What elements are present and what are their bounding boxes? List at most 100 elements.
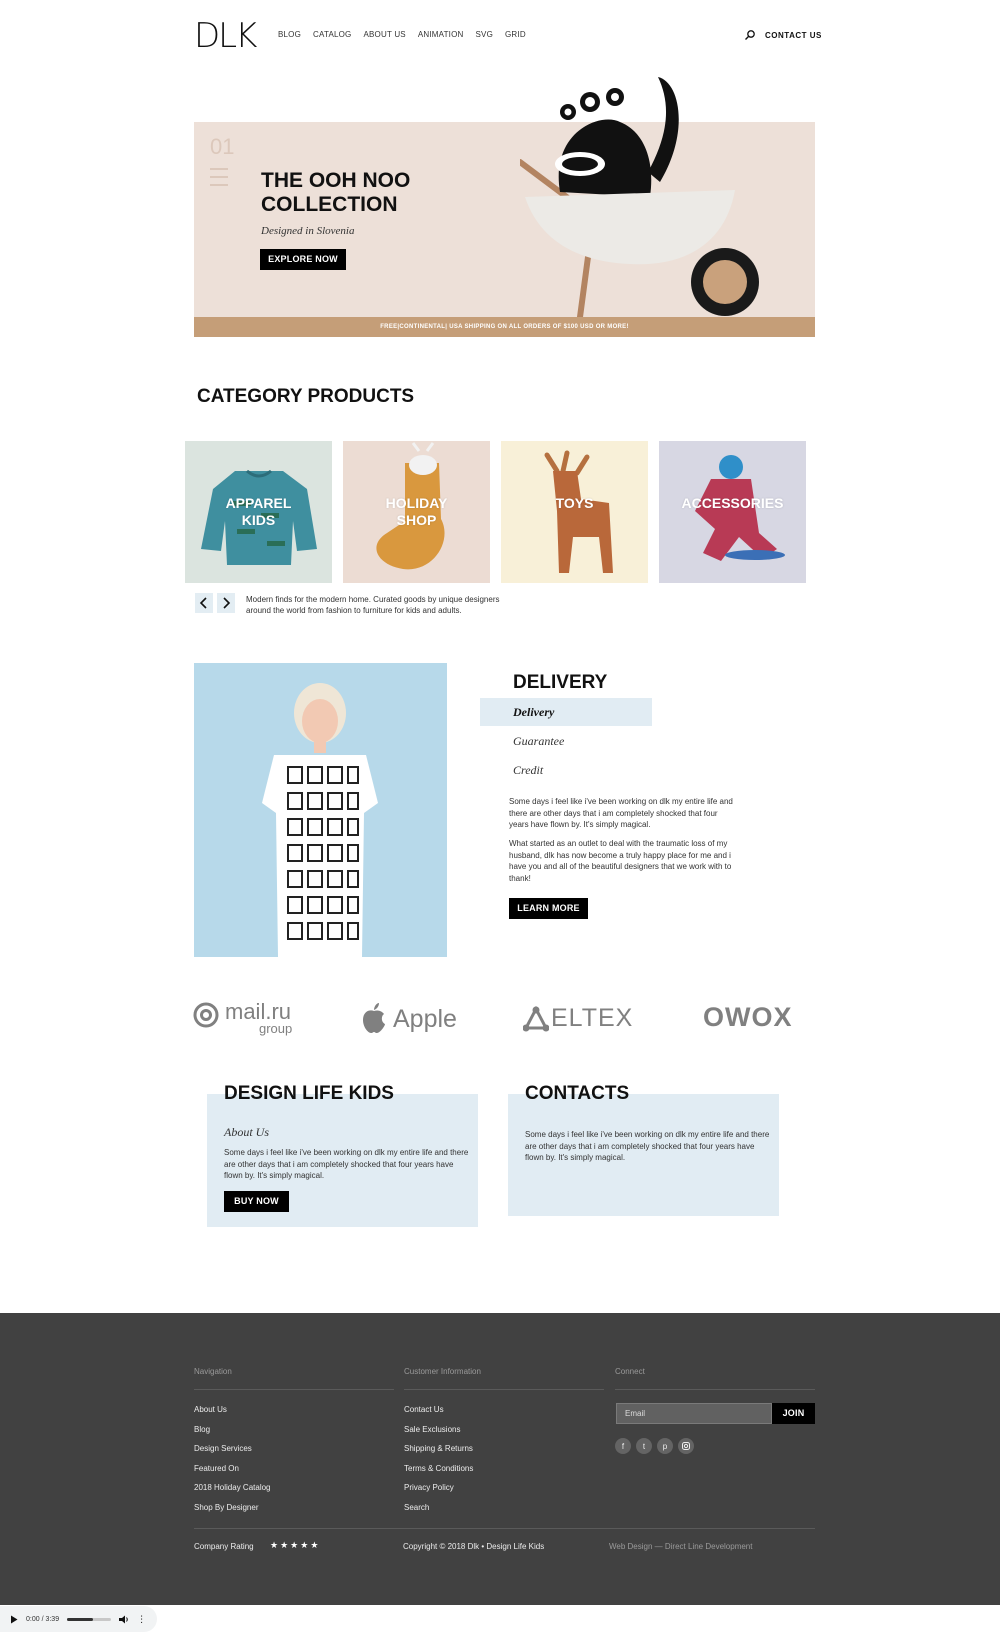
contact-us-link[interactable]: CONTACT US: [765, 31, 822, 40]
audio-time: 0:00 / 3:39: [26, 1615, 60, 1623]
category-products-title: CATEGORY PRODUCTS: [197, 386, 415, 407]
star-icon: ★: [310, 1540, 321, 1550]
join-button[interactable]: JOIN: [772, 1403, 815, 1424]
chevron-left-icon: [199, 597, 207, 609]
nav-animation[interactable]: ANIMATION: [418, 30, 464, 39]
tab-guarantee[interactable]: Guarantee: [480, 727, 652, 755]
twitter-icon[interactable]: t: [636, 1438, 652, 1454]
design-life-kids-title: DESIGN LIFE KIDS: [224, 1083, 394, 1104]
hero-title: THE OOH NOO COLLECTION: [261, 169, 411, 216]
star-icon: ★: [300, 1540, 311, 1550]
eltex-text: ELTEX: [551, 1004, 634, 1032]
footer-nav-list: About Us Blog Design Services Featured O…: [194, 1405, 271, 1522]
contacts-title: CONTACTS: [525, 1083, 630, 1104]
category-apparel-kids[interactable]: APPAREL KIDS: [185, 441, 332, 583]
play-icon[interactable]: [10, 1615, 18, 1624]
footer-link-privacy-policy[interactable]: Privacy Policy: [404, 1483, 473, 1503]
footer-link-sale-exclusions[interactable]: Sale Exclusions: [404, 1425, 473, 1445]
footer-link-shipping-returns[interactable]: Shipping & Returns: [404, 1444, 473, 1464]
explore-now-button[interactable]: EXPLORE NOW: [260, 249, 346, 270]
nav-about-us[interactable]: ABOUT US: [363, 30, 405, 39]
star-icon: ★: [290, 1540, 301, 1550]
nav-blog[interactable]: BLOG: [278, 30, 301, 39]
nav-catalog[interactable]: CATALOG: [313, 30, 351, 39]
learn-more-button[interactable]: LEARN MORE: [509, 898, 588, 919]
footer-link-terms-conditions[interactable]: Terms & Conditions: [404, 1464, 473, 1484]
footer-link-shop-by-designer[interactable]: Shop By Designer: [194, 1503, 271, 1523]
divider: [194, 1528, 815, 1529]
audio-progress-bar[interactable]: [67, 1617, 112, 1621]
category-label: TOYS: [555, 495, 594, 511]
eltex-logo[interactable]: ELTEX: [523, 1004, 643, 1034]
delivery-paragraph-2: What started as an outlet to deal with t…: [509, 839, 732, 883]
email-input[interactable]: Email: [616, 1403, 772, 1424]
category-label: HOLIDAY SHOP: [385, 495, 448, 528]
footer-link-blog[interactable]: Blog: [194, 1425, 271, 1445]
about-us-subtitle: About Us: [224, 1125, 269, 1139]
shipping-banner: FREE|CONTINENTAL| USA SHIPPING ON ALL OR…: [194, 317, 815, 337]
search-icon[interactable]: [744, 29, 756, 41]
divider: [194, 1389, 394, 1390]
web-design-credit[interactable]: Web Design — Direct Line Development: [609, 1542, 752, 1551]
divider: [404, 1389, 604, 1390]
footer-link-featured-on[interactable]: Featured On: [194, 1464, 271, 1484]
footer-link-design-services[interactable]: Design Services: [194, 1444, 271, 1464]
category-next-button[interactable]: [217, 593, 235, 613]
category-label: ACCESSORIES: [681, 495, 784, 511]
main-nav: BLOG CATALOG ABOUT US ANIMATION SVG GRID: [278, 30, 526, 39]
copyright-text: Copyright © 2018 Dlk • Design Life Kids: [403, 1542, 545, 1551]
hero-wheelbarrow-image: [520, 77, 759, 320]
buy-now-button[interactable]: BUY NOW: [224, 1191, 289, 1212]
category-holiday-shop[interactable]: HOLIDAY SHOP: [343, 441, 490, 583]
hero-subtitle: Designed in Slovenia: [261, 225, 355, 237]
hero-slide-number: 01: [210, 134, 235, 159]
rating-stars: ★★★★★: [270, 1540, 320, 1551]
model-image: [262, 683, 378, 957]
site-footer: [0, 1313, 1000, 1605]
footer-link-about-us[interactable]: About Us: [194, 1405, 271, 1425]
star-icon: ★: [280, 1540, 291, 1550]
category-toys[interactable]: TOYS: [501, 441, 648, 583]
pinterest-icon[interactable]: p: [657, 1438, 673, 1454]
skater-image: [695, 455, 785, 561]
audio-progress-fill: [67, 1617, 94, 1621]
apple-icon: [363, 1003, 385, 1033]
hero-slide-indicator[interactable]: [210, 168, 228, 192]
footer-info-list: Contact Us Sale Exclusions Shipping & Re…: [404, 1405, 473, 1522]
facebook-icon[interactable]: f: [615, 1438, 631, 1454]
instagram-icon[interactable]: [678, 1438, 694, 1454]
mailru-group-logo[interactable]: mail.ru group: [193, 999, 303, 1040]
eltex-icon: [523, 1006, 549, 1032]
owox-logo[interactable]: OWOX: [703, 1002, 793, 1033]
chevron-right-icon: [223, 597, 231, 609]
mailru-group-text: group: [259, 1021, 293, 1036]
footer-customer-info-heading: Customer Information: [404, 1367, 481, 1376]
category-description: Modern finds for the modern home. Curate…: [246, 595, 500, 615]
category-prev-button[interactable]: [195, 593, 213, 613]
footer-link-contact-us[interactable]: Contact Us: [404, 1405, 473, 1425]
footer-link-holiday-catalog[interactable]: 2018 Holiday Catalog: [194, 1483, 271, 1503]
apple-text: Apple: [393, 1005, 457, 1033]
design-life-kids-text: Some days i feel like i've been working …: [224, 1148, 469, 1180]
category-accessories[interactable]: ACCESSORIES: [659, 441, 806, 583]
apple-logo[interactable]: Apple: [361, 1002, 461, 1038]
volume-icon[interactable]: [119, 1615, 129, 1624]
tab-delivery[interactable]: Delivery: [480, 698, 652, 726]
nav-grid[interactable]: GRID: [505, 30, 526, 39]
more-options-icon[interactable]: ⋮: [137, 1614, 146, 1625]
footer-connect-heading: Connect: [615, 1367, 645, 1376]
contacts-text: Some days i feel like i've been working …: [525, 1130, 770, 1162]
delivery-paragraph-1: Some days i feel like i've been working …: [509, 797, 733, 829]
star-icon: ★: [270, 1540, 281, 1550]
site-logo[interactable]: DLK: [194, 16, 257, 56]
divider: [615, 1389, 815, 1390]
at-sign-icon: [193, 1002, 219, 1028]
company-rating-label: Company Rating: [194, 1542, 254, 1551]
model-photo: [194, 663, 447, 957]
wooden-deer-image: [544, 450, 613, 573]
category-label: APPAREL KIDS: [225, 495, 292, 528]
footer-link-search[interactable]: Search: [404, 1503, 473, 1523]
nav-svg[interactable]: SVG: [476, 30, 494, 39]
tab-credit[interactable]: Credit: [480, 756, 652, 784]
delivery-title: DELIVERY: [513, 672, 608, 693]
